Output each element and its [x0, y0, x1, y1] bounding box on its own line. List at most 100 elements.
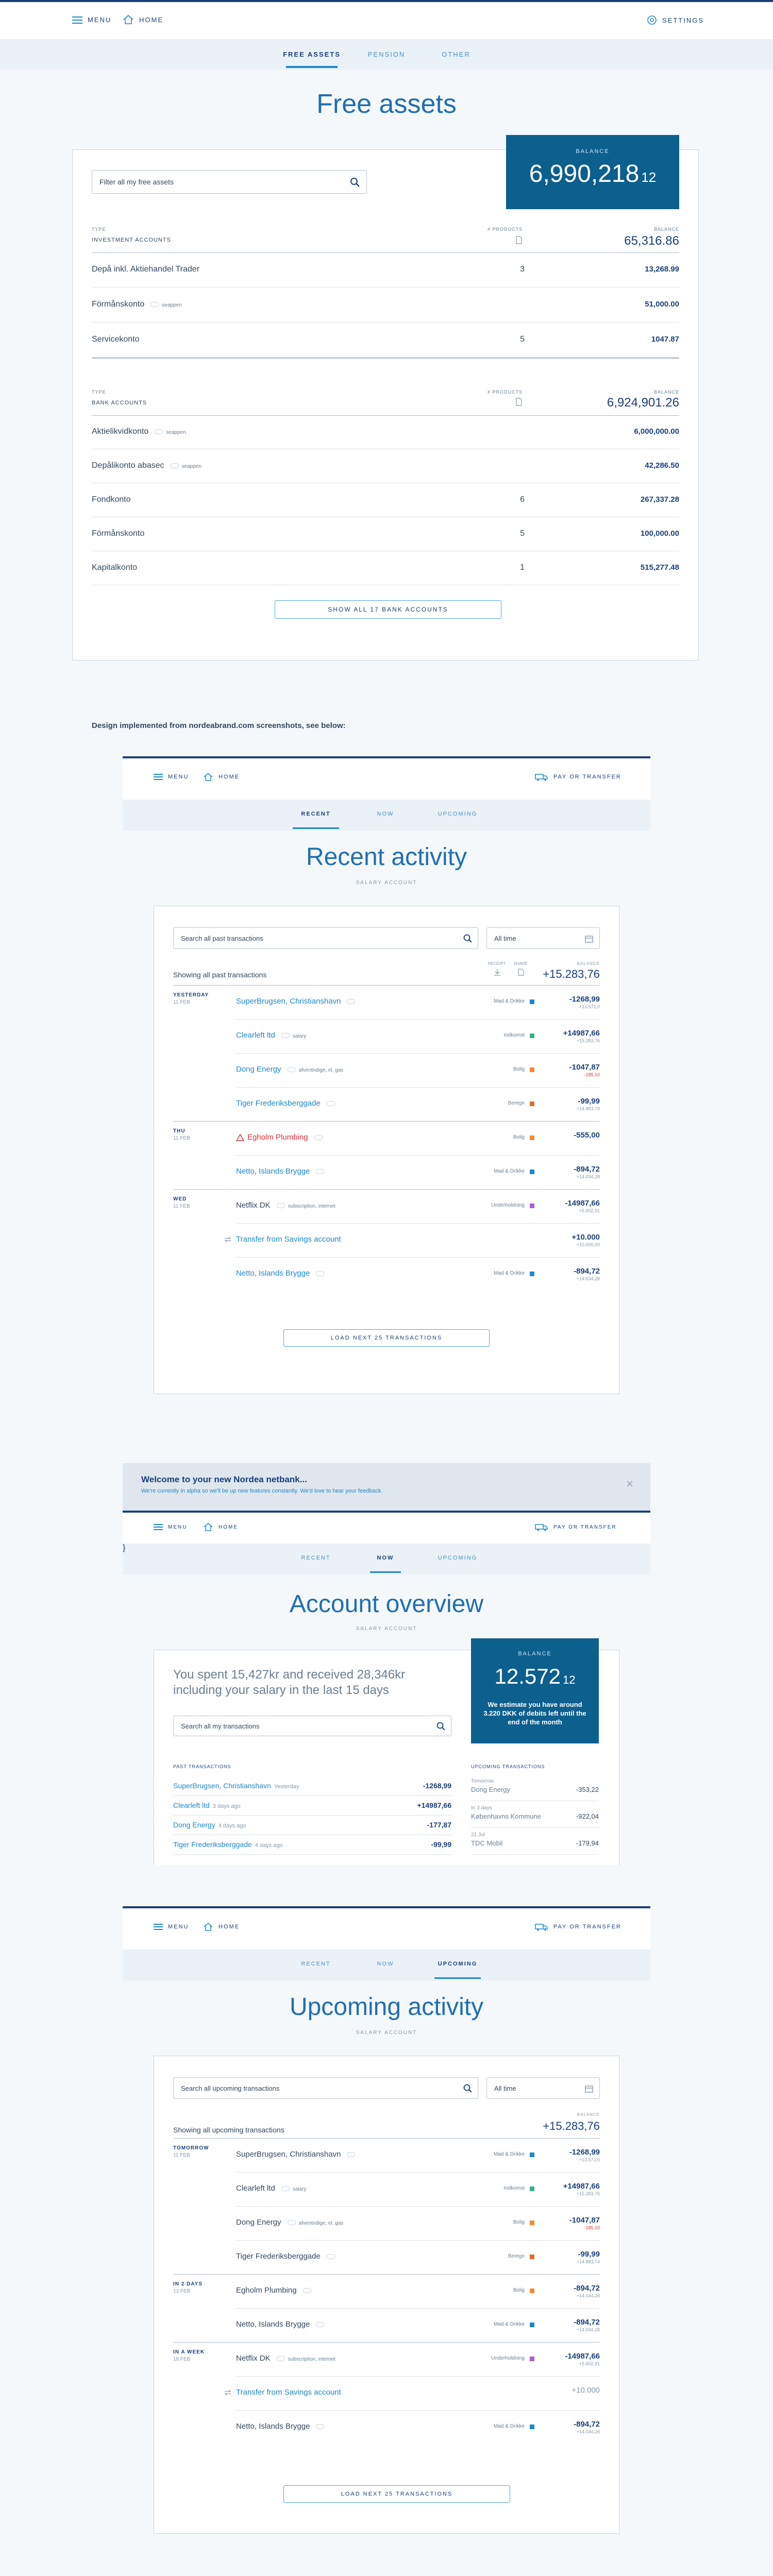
search-transactions-input[interactable]: Search all my transactions — [173, 1716, 451, 1736]
load-more-button[interactable]: LOAD NEXT 25 TRANSACTIONS — [283, 1329, 490, 1347]
home-icon — [123, 15, 133, 24]
warning-icon — [236, 1134, 244, 1141]
header: MENU HOME PAY OR TRANSFER — [123, 1513, 650, 1544]
search-placeholder: Search all past transactions — [181, 934, 263, 942]
account-row[interactable]: Aktielikvidkonto seappen 6,000,000.00 — [92, 415, 679, 449]
tx-name[interactable]: Clearleft ltd salary — [236, 2184, 307, 2193]
share-icon[interactable] — [517, 969, 525, 976]
link-icon — [287, 2220, 296, 2226]
home-button[interactable]: HOME — [203, 773, 240, 781]
menu-button[interactable]: MENU — [154, 1524, 187, 1530]
active-tab-indicator — [293, 827, 339, 829]
tx-name[interactable]: Dong Energy afventndige, el, gas — [236, 2218, 343, 2227]
account-balance: 42,286.50 — [645, 461, 679, 470]
tab-upcoming[interactable]: UPCOMING — [432, 1961, 483, 1967]
tx-name-text: Dong Energy — [173, 1821, 215, 1829]
tx-name[interactable]: Dong Energy afventndige, el, gas — [236, 1065, 343, 1074]
load-more-button[interactable]: LOAD NEXT 25 TRANSACTIONS — [283, 2485, 510, 2503]
tab-other[interactable]: OTHER — [428, 50, 484, 58]
menu-label: MENU — [168, 1524, 188, 1530]
past-transaction[interactable]: Dong Energy 4 days ago -177,87 — [173, 1816, 451, 1835]
pay-transfer-button[interactable]: PAY OR TRANSFER — [535, 1523, 617, 1531]
menu-button[interactable]: MENU — [154, 774, 189, 780]
pay-transfer-button[interactable]: PAY OR TRANSFER — [535, 773, 621, 781]
search-icon[interactable] — [350, 177, 360, 188]
tx-name-text: Transfer from Savings account — [236, 1235, 341, 1244]
account-row[interactable]: Fondkonto 6 267,337.28 — [92, 483, 679, 517]
link-icon — [170, 463, 179, 468]
pay-transfer-button[interactable]: PAY OR TRANSFER — [535, 1923, 621, 1931]
tab-now[interactable]: NOW — [365, 811, 406, 817]
home-button[interactable]: HOME — [203, 1523, 238, 1531]
tx-name-text: Egholm Plumbing — [236, 2286, 297, 2295]
account-row[interactable]: Kapitalkonto 1 515,277.48 — [92, 551, 679, 585]
tx-name[interactable]: Tiger Frederiksberggade — [236, 2252, 338, 2261]
tab-now[interactable]: NOW — [365, 1961, 406, 1967]
tx-name[interactable]: Transfer from Savings account — [236, 2388, 341, 2397]
link-icon — [316, 2322, 325, 2328]
search-icon[interactable] — [463, 2084, 473, 2093]
past-transaction[interactable]: Tiger Frederiksberggade 4 days ago -99,99 — [173, 1835, 451, 1855]
filter-input[interactable]: Filter all my free assets — [92, 170, 367, 194]
account-row[interactable]: Förmånskonto 5 100,000.00 — [92, 517, 679, 551]
link-icon — [314, 1135, 323, 1141]
tx-name[interactable]: Netto, Islands Brygge — [236, 2320, 327, 2329]
close-icon[interactable] — [627, 1481, 633, 1487]
tab-now[interactable]: NOW — [365, 1555, 406, 1561]
tx-name[interactable]: Netto, Islands Brygge — [236, 1167, 327, 1176]
download-icon[interactable] — [494, 969, 501, 976]
tx-name[interactable]: Netflix DK subscription, internet — [236, 1201, 335, 1210]
account-row[interactable]: Servicekonto 5 1047.87 — [92, 323, 679, 358]
tab-pension[interactable]: PENSION — [356, 50, 417, 58]
tx-name[interactable]: Transfer from Savings account — [236, 1235, 341, 1244]
tx-name[interactable]: Clearleft ltd salary — [236, 1031, 307, 1040]
search-icon[interactable] — [463, 934, 473, 943]
upcoming-transaction[interactable]: In 3 days Københavns Kommune -922,04 — [471, 1801, 599, 1828]
account-balance: 1047.87 — [651, 335, 679, 344]
tab-recent[interactable]: RECENT — [293, 1555, 339, 1561]
account-row[interactable]: Depålikonto abasec seappen 42,286.50 — [92, 449, 679, 483]
period-select[interactable]: All time — [486, 927, 600, 949]
product-count: 5 — [520, 529, 525, 538]
tx-name[interactable]: SuperBrugsen, Christianshavn — [236, 2150, 358, 2159]
home-button[interactable]: HOME — [123, 15, 163, 24]
hamburger-icon — [154, 1924, 163, 1930]
account-name: Depå inkl. Aktiehandel Trader — [92, 265, 199, 274]
menu-button[interactable]: MENU — [72, 16, 111, 24]
tx-name[interactable]: SuperBrugsen, Christianshavn — [236, 997, 358, 1006]
account-row[interactable]: Förmånskonto seappen 51,000.00 — [92, 287, 679, 323]
search-transactions-input[interactable]: Search all upcoming transactions — [173, 2077, 478, 2099]
tab-upcoming[interactable]: UPCOMING — [432, 811, 483, 817]
tab-recent[interactable]: RECENT — [293, 1961, 339, 1967]
tx-name[interactable]: Egholm Plumbing — [247, 1133, 326, 1142]
active-tab-indicator — [370, 1571, 401, 1573]
search-transactions-input[interactable]: Search all past transactions — [173, 927, 478, 949]
settings-button[interactable]: SETTINGS — [647, 15, 704, 25]
tx-name[interactable]: Netflix DK subscription, internet — [236, 2354, 335, 2363]
search-icon[interactable] — [436, 1722, 446, 1731]
tx-name[interactable]: Tiger Frederiksberggade — [236, 1099, 338, 1108]
tx-name[interactable]: Netto, Islands Brygge — [236, 1269, 327, 1278]
upcoming-transaction[interactable]: 21 Jul TDC Mobil -179,94 — [471, 1828, 599, 1855]
account-row[interactable]: Depå inkl. Aktiehandel Trader 3 13,268.99 — [92, 252, 679, 287]
tx-name[interactable]: Egholm Plumbing — [236, 2286, 314, 2295]
past-transaction[interactable]: SuperBrugsen, Christianshavn Yesterday -12… — [173, 1776, 451, 1796]
home-label: HOME — [139, 15, 163, 24]
tx-name[interactable]: Netto, Islands Brygge — [236, 2422, 327, 2431]
past-transaction[interactable]: Clearleft ltd 3 days ago +14987,66 — [173, 1796, 451, 1816]
tab-upcoming[interactable]: UPCOMING — [432, 1555, 483, 1561]
period-select[interactable]: All time — [486, 2077, 600, 2099]
row-divider — [236, 1223, 600, 1224]
menu-label: MENU — [88, 16, 112, 24]
account-name: Fondkonto — [92, 495, 131, 504]
menu-button[interactable]: MENU — [154, 1924, 189, 1930]
tab-free-assets[interactable]: FREE ASSETS — [278, 50, 345, 58]
show-all-accounts-button[interactable]: SHOW ALL 17 BANK ACCOUNTS — [275, 600, 501, 619]
account-balance: 6,000,000.00 — [634, 427, 679, 436]
home-button[interactable]: HOME — [203, 1923, 240, 1931]
tab-recent[interactable]: RECENT — [293, 811, 339, 817]
active-tab-indicator — [434, 1977, 481, 1979]
tx-tag: salary — [292, 2187, 307, 2192]
upcoming-transaction[interactable]: Tomorrow Dong Energy -353,22 — [471, 1774, 599, 1801]
category-swatch — [530, 2255, 534, 2259]
